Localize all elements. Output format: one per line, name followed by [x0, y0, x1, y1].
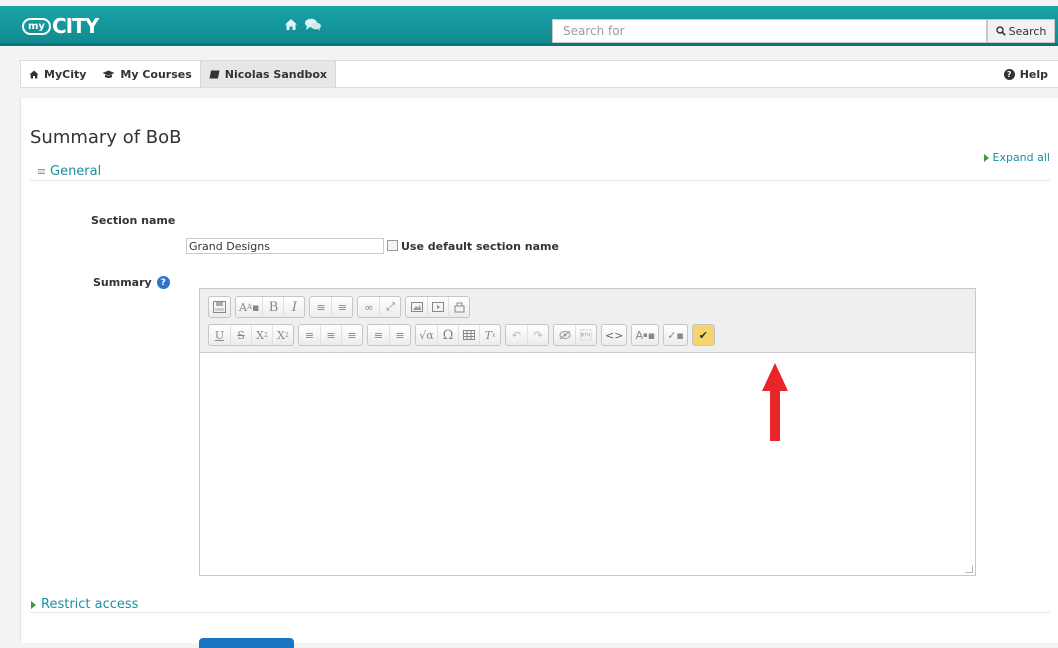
- home-icon: [29, 70, 39, 78]
- toolbar-group: [405, 296, 471, 318]
- toolbar-group: : [553, 324, 597, 346]
- toolbar-group: ✔: [691, 324, 715, 346]
- home-icon[interactable]: [284, 18, 298, 31]
- search-button[interactable]: Search: [987, 19, 1055, 43]
- divider: [30, 612, 1050, 613]
- help-icon[interactable]: ?: [156, 276, 170, 289]
- italic-icon[interactable]: I: [283, 297, 304, 317]
- help-link[interactable]: ? Help: [996, 61, 1058, 87]
- redo-icon[interactable]: ↷: [527, 325, 548, 345]
- toolbar-row-2: U S X2 X2 ≡ ≡ ≡ ≡ ≡ √α Ω: [208, 324, 715, 346]
- align-right-icon[interactable]: ≡: [341, 325, 362, 345]
- expand-all-link[interactable]: Expand all: [983, 151, 1051, 164]
- superscript-icon[interactable]: X2: [272, 325, 293, 345]
- manage-files-icon[interactable]: [448, 297, 469, 317]
- bullet-list-icon[interactable]: ≡: [310, 297, 331, 317]
- toolbar-group: A ▪ ▪: [631, 324, 660, 346]
- rich-text-editor: A A ▪ B I ≡ ≡ ∞ ⤢ U S X 2 X 2 ≡ ≡ ≡ ≡ ≡ …: [199, 288, 976, 576]
- numbered-list-icon[interactable]: ≡: [331, 297, 352, 317]
- summary-label-group: Summary ?: [93, 276, 170, 289]
- mycity-logo[interactable]: my CITY: [22, 14, 99, 38]
- search-icon: [995, 26, 1006, 36]
- indent-icon[interactable]: ≡: [389, 325, 410, 345]
- clear-format-icon[interactable]: Tx: [479, 325, 500, 345]
- subnav-item-mycity[interactable]: MyCity: [21, 61, 94, 87]
- outdent-icon[interactable]: ≡: [368, 325, 389, 345]
- toolbar-group: ≡ ≡: [309, 296, 354, 318]
- logo-city: CITY: [51, 14, 99, 38]
- subnav-item-label: MyCity: [44, 67, 87, 81]
- page-title: Summary of BoB: [30, 127, 182, 148]
- subnav-item-nicolas-sandbox[interactable]: Nicolas Sandbox: [199, 61, 336, 87]
- help-label: Help: [1019, 67, 1048, 81]
- subnav: MyCity My Courses Nicolas Sandbox ? Help: [20, 60, 1058, 88]
- toolbar-group: ≡ ≡ ≡: [298, 324, 363, 346]
- expand-all-label: Expand all: [992, 151, 1051, 164]
- align-center-icon[interactable]: ≡: [320, 325, 341, 345]
- toolbar-group: ↶ ↷: [505, 324, 549, 346]
- toolbar-group: ∞ ⤢: [357, 296, 402, 318]
- underline-icon[interactable]: U: [209, 325, 230, 345]
- restrict-access-label: Restrict access: [41, 597, 139, 612]
- screenreader-helper-icon[interactable]: : [575, 325, 596, 345]
- strikethrough-icon[interactable]: S: [230, 325, 251, 345]
- expand-triangle-icon: [983, 153, 989, 162]
- section-name-label: Section name: [91, 214, 176, 227]
- toolbar-group: <>: [601, 324, 628, 346]
- navbar: my CITY Search: [0, 6, 1058, 46]
- editor-content-area[interactable]: [200, 353, 975, 575]
- section-name-input[interactable]: [186, 238, 384, 254]
- question-circle-icon: ?: [1003, 68, 1015, 80]
- toolbar-group: √α Ω Tx: [415, 324, 501, 346]
- general-legend: General: [50, 164, 102, 179]
- search-button-label: Search: [1008, 24, 1047, 38]
- subnav-item-label: My Courses: [120, 67, 192, 81]
- summary-label: Summary: [93, 276, 152, 289]
- table-icon[interactable]: [458, 325, 479, 345]
- red-arrow-annotation: [762, 363, 788, 441]
- special-char-icon[interactable]: Ω: [437, 325, 458, 345]
- font-style-icon[interactable]: A A ▪: [236, 297, 262, 317]
- toolbar-row-1: A A ▪ B I ≡ ≡ ∞ ⤢: [208, 296, 471, 318]
- font-color-icon[interactable]: A ▪ ▪: [632, 325, 658, 345]
- subnav-item-my-courses[interactable]: My Courses: [94, 61, 199, 87]
- toolbar-group: ✓▪: [663, 324, 688, 346]
- media-icon[interactable]: [427, 297, 448, 317]
- logo-my: my: [22, 17, 51, 35]
- undo-icon[interactable]: ↶: [506, 325, 527, 345]
- recording-icon[interactable]: ✔: [692, 325, 714, 345]
- image-icon[interactable]: [406, 297, 427, 317]
- toolbar-group: A A ▪ B I: [235, 296, 306, 318]
- resize-handle[interactable]: [965, 565, 973, 573]
- general-section-toggle[interactable]: General: [38, 164, 101, 179]
- book-icon: [209, 70, 220, 78]
- save-changes-button[interactable]: [199, 638, 294, 648]
- chat-icon[interactable]: [304, 18, 322, 31]
- accessibility-checker-icon[interactable]: [554, 325, 575, 345]
- use-default-checkbox[interactable]: [387, 240, 398, 251]
- expand-triangle-icon: [31, 600, 36, 609]
- editor-toolbar: A A ▪ B I ≡ ≡ ∞ ⤢ U S X 2 X 2 ≡ ≡ ≡ ≡ ≡ …: [200, 289, 975, 353]
- collapse-icon: [38, 169, 45, 174]
- restrict-access-toggle[interactable]: Restrict access: [31, 597, 138, 612]
- unlink-icon[interactable]: ⤢: [379, 297, 400, 317]
- nav-icons: [284, 18, 322, 31]
- search-input[interactable]: [552, 19, 987, 43]
- use-default-label[interactable]: Use default section name: [401, 240, 559, 253]
- bold-icon[interactable]: B: [262, 297, 283, 317]
- background-color-icon[interactable]: ✓▪: [664, 325, 687, 345]
- equation-icon[interactable]: √α: [416, 325, 437, 345]
- toolbar-group: ≡ ≡: [367, 324, 411, 346]
- subnav-item-label: Nicolas Sandbox: [224, 67, 327, 81]
- save-icon[interactable]: [209, 297, 230, 317]
- link-icon[interactable]: ∞: [358, 297, 379, 317]
- subscript-icon[interactable]: X2: [251, 325, 272, 345]
- toolbar-group: U S X2 X2: [208, 324, 294, 346]
- align-left-icon[interactable]: ≡: [299, 325, 320, 345]
- html-icon[interactable]: <>: [602, 325, 626, 345]
- graduation-cap-icon: [102, 70, 115, 78]
- main-content: Summary of BoB Expand all General Sectio…: [20, 98, 1058, 648]
- toolbar-group: [208, 296, 231, 318]
- divider: [30, 180, 1050, 181]
